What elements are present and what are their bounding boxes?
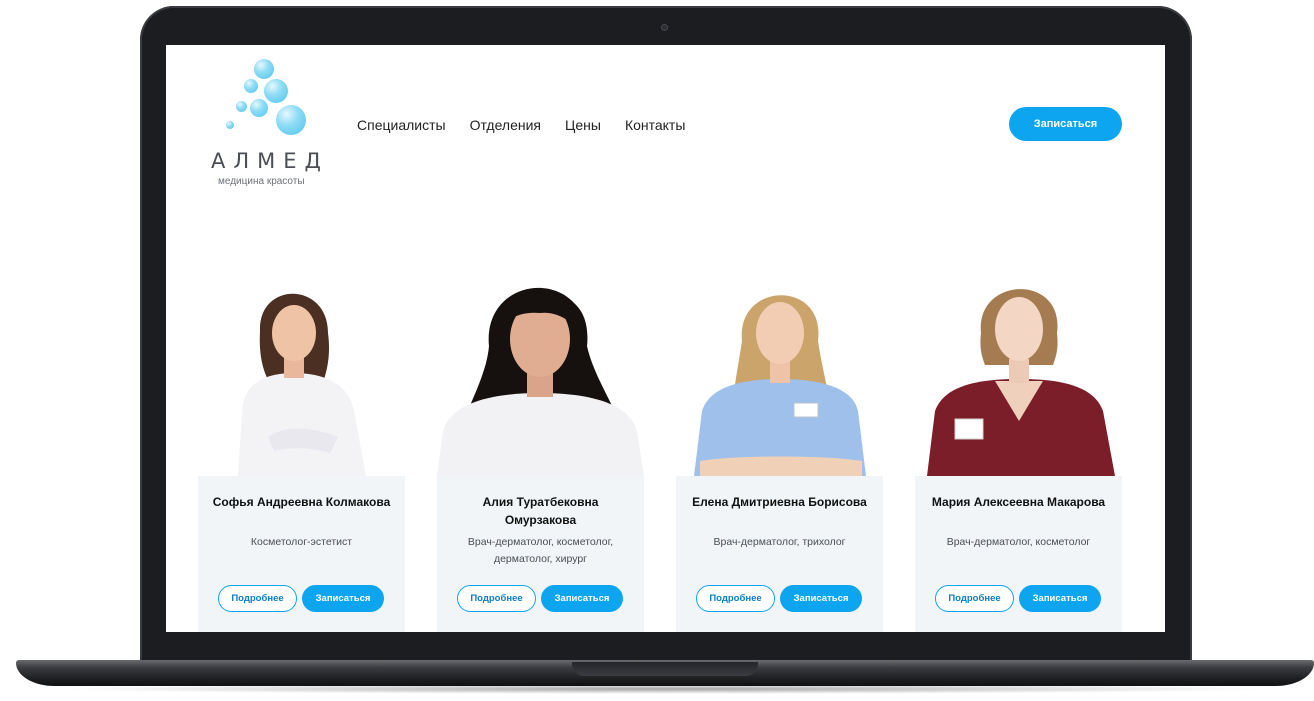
brand-tagline: медицина красоты: [218, 176, 305, 187]
book-button[interactable]: Записаться: [1019, 585, 1101, 612]
specialist-photo[interactable]: [198, 261, 405, 476]
logo-bubble-icon: [226, 121, 234, 129]
specialist-name: Елена Дмитриевна Борисова: [692, 495, 867, 509]
specialist-role: Врач-дерматолог, трихолог: [713, 536, 846, 548]
website-screen: АЛМЕД медицина красоты Специалисты Отдел…: [166, 45, 1165, 632]
logo-bubble-icon: [264, 79, 288, 103]
logo-bubble-icon: [236, 101, 247, 112]
specialist-role: Врач-дерматолог, косметолог: [946, 536, 1091, 548]
specialist-card: Алия Туратбековна Омурзакова Врач-дермат…: [437, 261, 644, 632]
specialist-name: Мария Алексеевна Макарова: [931, 495, 1106, 509]
specialist-card: Елена Дмитриевна Борисова Врач-дерматоло…: [676, 261, 883, 632]
book-button[interactable]: Записаться: [541, 585, 623, 612]
logo-bubble-icon: [276, 105, 306, 135]
nav-item-departments[interactable]: Отделения: [470, 117, 541, 133]
specialist-photo[interactable]: [915, 261, 1122, 476]
details-button[interactable]: Подробнее: [696, 585, 775, 612]
specialist-card: Мария Алексеевна Макарова Врач-дерматоло…: [915, 261, 1122, 632]
specialist-photo[interactable]: [437, 261, 644, 476]
specialist-info: Мария Алексеевна Макарова Врач-дерматоло…: [915, 476, 1122, 632]
specialist-role: Врач-дерматолог, косметолог, дерматолог,…: [467, 536, 614, 565]
book-button[interactable]: Записаться: [302, 585, 384, 612]
specialist-role: Косметолог-эстетист: [250, 536, 353, 548]
specialist-card: Софья Андреевна Колмакова Косметолог-эст…: [198, 261, 405, 632]
logo-bubble-icon: [250, 99, 268, 117]
logo-bubble-icon: [244, 79, 258, 93]
nav-item-specialists[interactable]: Специалисты: [357, 117, 446, 133]
nav-item-prices[interactable]: Цены: [565, 117, 601, 133]
laptop-notch: [572, 662, 758, 676]
specialist-info: Елена Дмитриевна Борисова Врач-дерматоло…: [676, 476, 883, 632]
specialist-info: Алия Туратбековна Омурзакова Врач-дермат…: [437, 476, 644, 632]
main-nav: Специалисты Отделения Цены Контакты: [357, 117, 709, 133]
brand-name: АЛМЕД: [211, 149, 329, 173]
details-button[interactable]: Подробнее: [935, 585, 1014, 612]
details-button[interactable]: Подробнее: [218, 585, 297, 612]
specialist-name: Софья Андреевна Колмакова: [212, 495, 391, 509]
logo-bubble-icon: [254, 59, 274, 79]
details-button[interactable]: Подробнее: [457, 585, 536, 612]
specialist-name: Алия Туратбековна Омурзакова: [482, 495, 599, 527]
nav-item-contacts[interactable]: Контакты: [625, 117, 685, 133]
header-book-button[interactable]: Записаться: [1009, 107, 1122, 141]
webcam-icon: [661, 24, 668, 31]
book-button[interactable]: Записаться: [780, 585, 862, 612]
laptop-shadow: [60, 684, 1270, 694]
specialist-photo[interactable]: [676, 261, 883, 476]
specialist-info: Софья Андреевна Колмакова Косметолог-эст…: [198, 476, 405, 632]
